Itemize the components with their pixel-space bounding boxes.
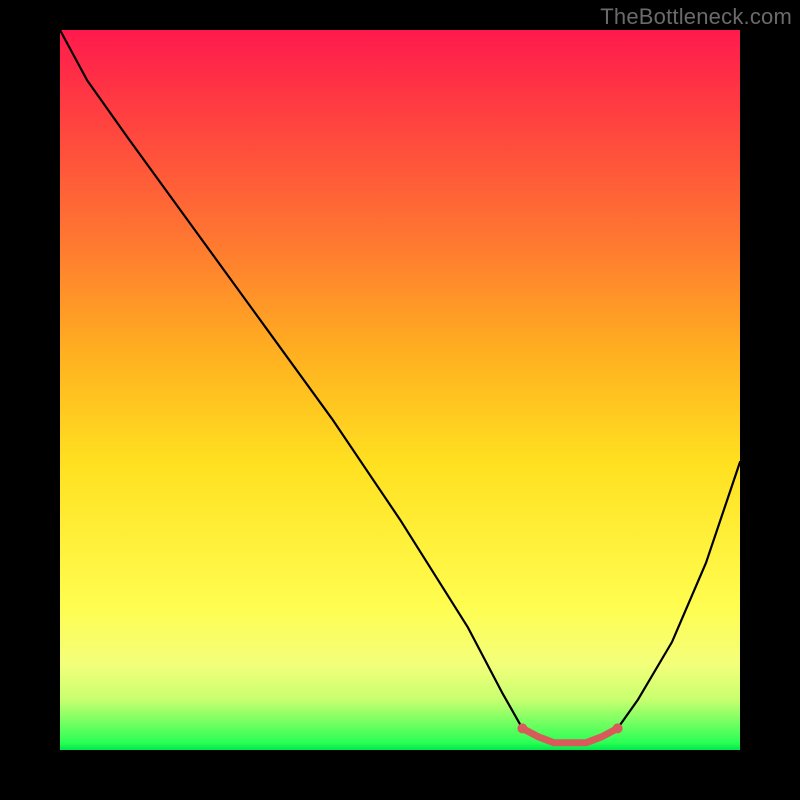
highlight-endpoint-left xyxy=(517,723,527,733)
plot-area xyxy=(60,30,740,750)
watermark-text: TheBottleneck.com xyxy=(600,4,792,30)
highlight-segment xyxy=(522,728,617,742)
chart-container: TheBottleneck.com xyxy=(0,0,800,800)
bottleneck-curve xyxy=(60,30,740,743)
curve-svg xyxy=(60,30,740,750)
highlight-endpoint-right xyxy=(613,723,623,733)
